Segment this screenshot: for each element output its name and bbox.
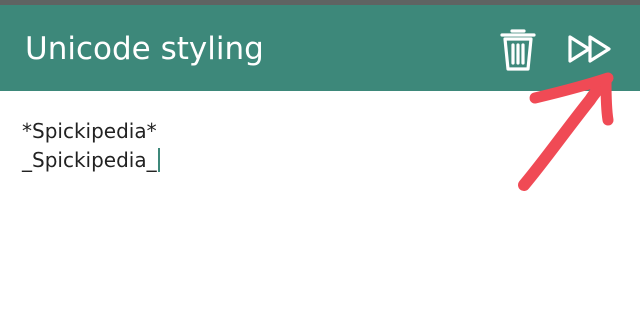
delete-button[interactable] [496,25,540,73]
editor-line-text: _Spickipedia_ [22,148,157,172]
fast-forward-icon [568,35,611,63]
trash-icon [500,29,536,71]
app-bar: Unicode styling [0,5,640,91]
app-title: Unicode styling [25,31,264,67]
forward-button[interactable] [564,25,620,73]
editor-line-with-caret: _Spickipedia_ [22,146,618,175]
editor-line: *Spickipedia* [22,119,157,143]
text-editor[interactable]: *Spickipedia* _Spickipedia_ [22,117,618,317]
text-caret [157,148,160,172]
